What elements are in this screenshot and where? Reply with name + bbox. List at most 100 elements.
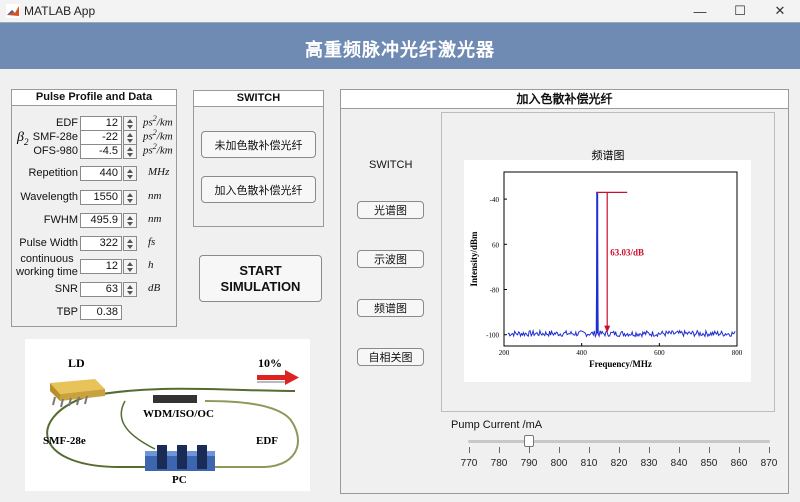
- beta2-symbol: β2: [17, 130, 28, 147]
- spinner-arrows-icon[interactable]: [123, 130, 137, 145]
- unit-label: dB: [148, 282, 161, 294]
- unit-label: nm: [148, 190, 162, 202]
- unit-base: ps: [143, 144, 153, 157]
- row-label: SNR: [54, 283, 78, 295]
- matlab-logo-icon: [6, 4, 20, 18]
- pump-current-label: Pump Current /mA: [451, 419, 543, 431]
- pump-slider-track[interactable]: [468, 440, 770, 443]
- app-heading: 高重频脉冲光纤激光器: [305, 40, 495, 60]
- slider-tick-label: 810: [580, 458, 598, 469]
- switch-panel-title: SWITCH: [194, 91, 323, 107]
- beta-letter: β: [17, 130, 24, 145]
- unit-tail: /km: [156, 144, 173, 157]
- maximize-button[interactable]: ☐: [720, 0, 760, 22]
- smf-label: SMF-28e: [43, 435, 86, 447]
- slider-tick: [469, 447, 470, 453]
- slider-tick-label: 770: [460, 458, 478, 469]
- spinner-arrows-icon[interactable]: [123, 166, 137, 181]
- spinner-arrows-icon[interactable]: [123, 259, 137, 274]
- rf-spectrum-chart: 63.03/dB -40 60 -80 -100 200 400 600 800 Frequenc…: [469, 171, 743, 369]
- row-label: SMF-28e: [32, 131, 78, 143]
- param-field[interactable]: 63: [80, 282, 122, 297]
- header-banner: 高重频脉冲光纤激光器: [0, 22, 800, 69]
- beta-subscript: 2: [23, 136, 29, 147]
- y-tick-label: -100: [486, 332, 499, 340]
- row-label: FWHM: [43, 214, 78, 226]
- autocorrelation-button[interactable]: 自相关图: [357, 348, 424, 366]
- x-tick-label: 600: [654, 349, 665, 357]
- param-field[interactable]: 440: [80, 166, 122, 181]
- slider-tick-label: 780: [490, 458, 508, 469]
- param-field[interactable]: -22: [80, 130, 122, 145]
- x-tick-label: 800: [732, 349, 743, 357]
- window-title: MATLAB App: [24, 4, 96, 18]
- unit-label: nm: [148, 213, 162, 225]
- pump-slider-thumb[interactable]: [524, 435, 534, 447]
- param-field[interactable]: 12: [80, 259, 122, 274]
- unit-tail: /km: [156, 116, 173, 129]
- spinner-arrows-icon[interactable]: [123, 116, 137, 131]
- param-field[interactable]: 12: [80, 116, 122, 131]
- polarization-controller-icon: [145, 445, 215, 471]
- unit-base: ps: [143, 130, 153, 143]
- pc-label: PC: [172, 474, 187, 486]
- slider-tick-label: 790: [520, 458, 538, 469]
- param-field[interactable]: 1550: [80, 190, 122, 205]
- wdm-label: WDM/ISO/OC: [143, 408, 214, 420]
- slider-tick: [559, 447, 560, 453]
- compensation-button[interactable]: 加入色散补偿光纤: [201, 176, 316, 203]
- start-line1: START: [239, 262, 282, 278]
- close-button[interactable]: ✕: [760, 0, 800, 22]
- row-label: Wavelength: [20, 191, 78, 203]
- spinner-arrows-icon[interactable]: [123, 144, 137, 159]
- ld-label: LD: [68, 356, 85, 370]
- param-field[interactable]: -4.5: [80, 144, 122, 159]
- x-tick-label: 400: [576, 349, 587, 357]
- slider-tick-label: 850: [700, 458, 718, 469]
- annotation-arrowhead: [604, 325, 611, 333]
- spinner-arrows-icon[interactable]: [123, 236, 137, 251]
- row-label-2: working time: [16, 266, 78, 278]
- edf-label: EDF: [256, 435, 278, 447]
- x-tick-label: 200: [499, 349, 510, 357]
- rf-spectrum-button[interactable]: 频谱图: [357, 299, 424, 317]
- spinner-arrows-icon[interactable]: [123, 213, 137, 228]
- plot-canvas: 63.03/dB -40 60 -80 -100 200 400 600 800 Frequenc…: [464, 160, 751, 382]
- minimize-button[interactable]: —: [680, 0, 720, 22]
- unit-label: fs: [148, 236, 156, 248]
- spinner-arrows-icon[interactable]: [123, 190, 137, 205]
- slider-tick-label: 800: [550, 458, 568, 469]
- param-field[interactable]: 322: [80, 236, 122, 251]
- ld-block-icon: [50, 379, 105, 408]
- row-label: EDF: [56, 117, 78, 129]
- slider-tick: [679, 447, 680, 453]
- oscilloscope-button[interactable]: 示波图: [357, 250, 424, 268]
- spinner-arrows-icon[interactable]: [123, 282, 137, 297]
- spectrum-button[interactable]: 光谱图: [357, 201, 424, 219]
- slider-tick-label: 870: [760, 458, 778, 469]
- slider-tick: [529, 447, 530, 453]
- start-simulation-button[interactable]: START SIMULATION: [199, 255, 322, 302]
- x-axis-label: Frequency/MHz: [589, 359, 652, 369]
- row-label: OFS-980: [33, 145, 78, 157]
- y-tick-label: 60: [492, 241, 500, 249]
- row-label: Repetition: [28, 167, 78, 179]
- slider-tick: [589, 447, 590, 453]
- switch-label: SWITCH: [369, 159, 413, 171]
- annotation-label: 63.03/dB: [610, 248, 644, 258]
- y-axis-label: Intensity/dBm: [469, 231, 479, 287]
- slider-tick-label: 820: [610, 458, 628, 469]
- wdm-coupler-icon: [153, 395, 197, 403]
- unit-label: ps2/km: [143, 142, 173, 157]
- param-field[interactable]: 495.9: [80, 213, 122, 228]
- row-label: continuous: [20, 253, 74, 265]
- output-arrow-icon: [257, 370, 299, 385]
- unit-label: ps2/km: [143, 128, 173, 143]
- laser-setup-diagram: LD 10% WDM/ISO/OC SMF-28e EDF PC: [25, 339, 310, 491]
- compensation-panel-title: 加入色散补偿光纤: [341, 90, 788, 109]
- switch-panel: SWITCH: [193, 90, 324, 227]
- no-compensation-button[interactable]: 未加色散补偿光纤: [201, 131, 316, 158]
- slider-tick: [649, 447, 650, 453]
- param-field[interactable]: 0.38: [80, 305, 122, 320]
- slider-tick: [499, 447, 500, 453]
